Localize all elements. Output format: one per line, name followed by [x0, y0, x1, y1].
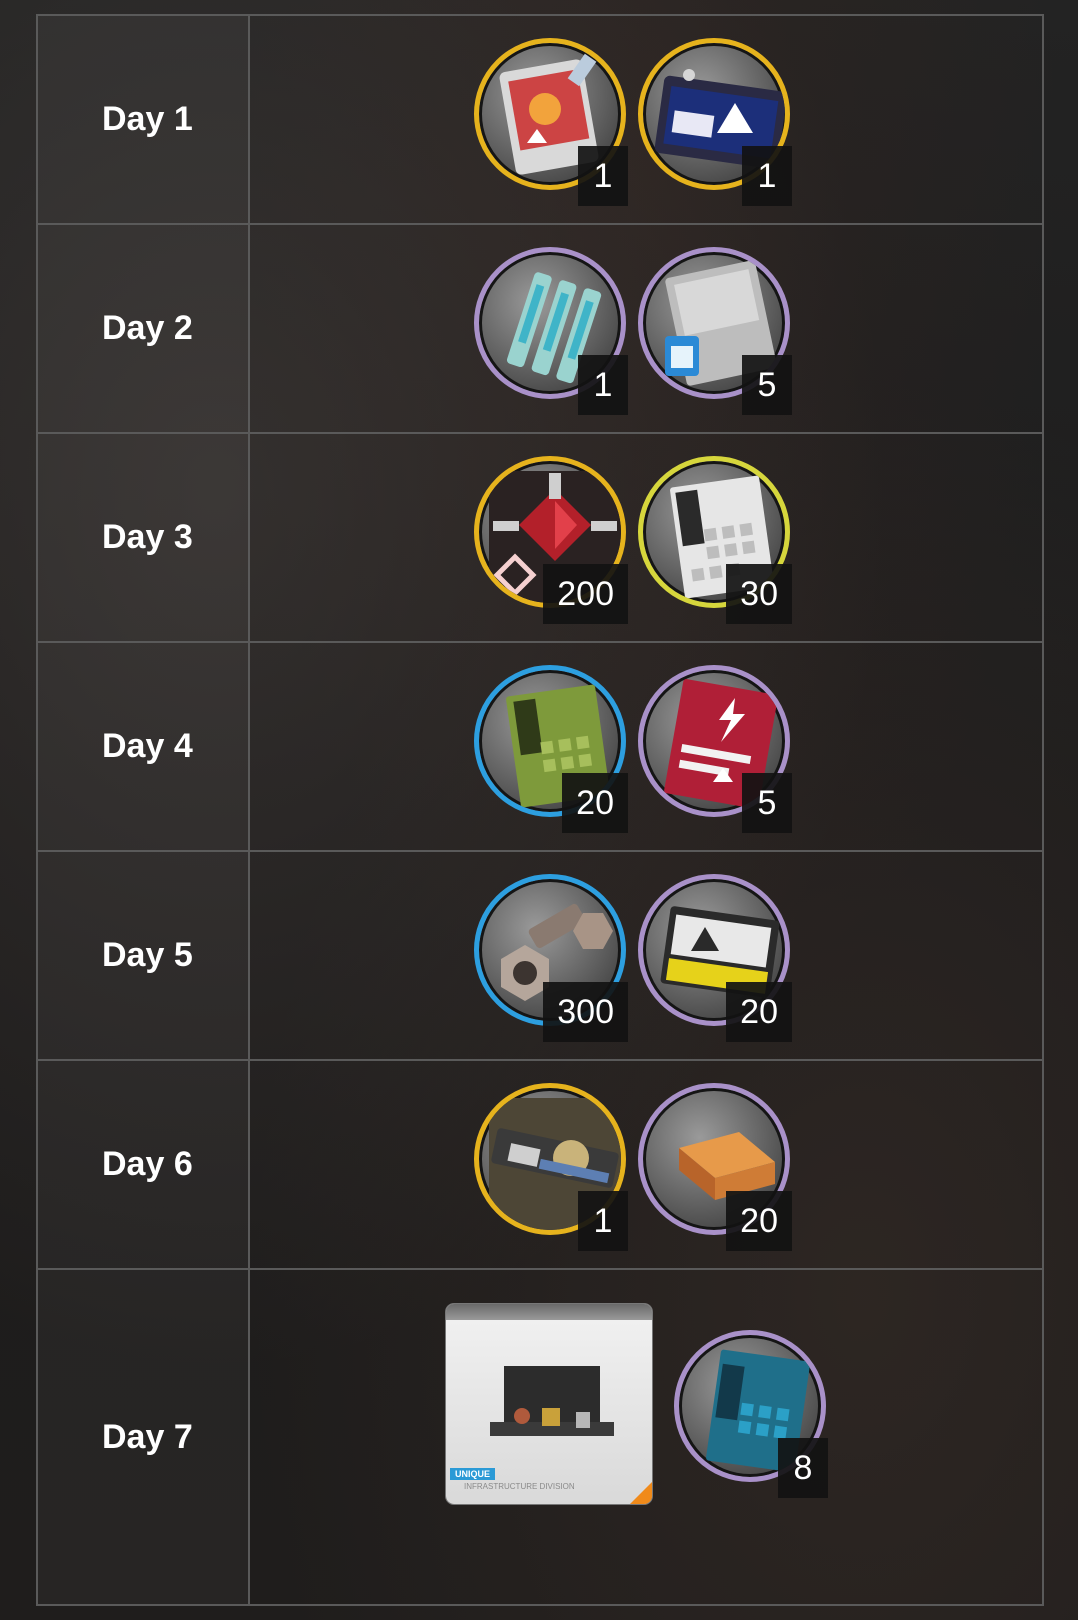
reward-items: 1 20: [250, 1061, 1042, 1268]
skill-summary-3-item[interactable]: 8: [674, 1330, 828, 1498]
item-count: 20: [562, 773, 628, 833]
item-count: 1: [578, 146, 628, 206]
item-count: 200: [543, 564, 628, 624]
reward-items: 1 1: [250, 16, 1042, 223]
gold-bar-item[interactable]: 20: [638, 1083, 792, 1251]
originium-shard-item[interactable]: 200: [474, 456, 628, 624]
card-subtitle: INFRASTRUCTURE DIVISION: [464, 1482, 575, 1491]
day-label: Day 7: [38, 1270, 250, 1604]
reward-row-day-5: Day 5 300 20: [38, 852, 1042, 1061]
item-count: 8: [778, 1438, 828, 1498]
item-count: 1: [578, 1191, 628, 1251]
reward-row-day-1: Day 1 1 1: [38, 16, 1042, 225]
item-count: 30: [726, 564, 792, 624]
item-count: 300: [543, 982, 628, 1042]
item-count: 1: [578, 355, 628, 415]
reward-items: 20 5: [250, 643, 1042, 850]
skill-summary-2-item[interactable]: 20: [474, 665, 628, 833]
expedited-plan-item[interactable]: 5: [638, 665, 792, 833]
day-label: Day 1: [38, 16, 250, 223]
day-label: Day 4: [38, 643, 250, 850]
recruitment-permit-item[interactable]: 1: [474, 1083, 628, 1251]
reward-items: 300 20: [250, 852, 1042, 1059]
reward-row-day-6: Day 6 1 20: [38, 1061, 1042, 1270]
furniture-set-card[interactable]: UNIQUE INFRASTRUCTURE DIVISION: [446, 1304, 652, 1504]
skill-summary-1-item[interactable]: 30: [638, 456, 792, 624]
advanced-catalyst-item[interactable]: 1: [474, 247, 628, 415]
item-count: 1: [742, 146, 792, 206]
day-label: Day 3: [38, 434, 250, 641]
reward-row-day-3: Day 3 200 30: [38, 434, 1042, 643]
rewards-page: Day 1 1 1 Day 2 1 5 Day 3 200 30 Day 4 2…: [0, 0, 1078, 1620]
operator-token-item[interactable]: 1: [474, 38, 628, 206]
unique-tag: UNIQUE: [450, 1468, 496, 1480]
day-label: Day 6: [38, 1061, 250, 1268]
reward-row-day-4: Day 4 20 5: [38, 643, 1042, 852]
item-count: 20: [726, 1191, 792, 1251]
reward-items: 1 5: [250, 225, 1042, 432]
headhunting-permit-item[interactable]: 1: [638, 38, 792, 206]
item-count: 20: [726, 982, 792, 1042]
reward-items: 200 30: [250, 434, 1042, 641]
reward-row-day-7: Day 7 UNIQUE INFRASTRUCTURE DIVISION 8: [38, 1270, 1042, 1604]
day-label: Day 2: [38, 225, 250, 432]
item-count: 5: [742, 355, 792, 415]
day-label: Day 5: [38, 852, 250, 1059]
device-item[interactable]: 300: [474, 874, 628, 1042]
reward-items: UNIQUE INFRASTRUCTURE DIVISION 8: [250, 1270, 1042, 1604]
item-count: 5: [742, 773, 792, 833]
login-rewards-table: Day 1 1 1 Day 2 1 5 Day 3 200 30 Day 4 2…: [36, 14, 1044, 1606]
reward-row-day-2: Day 2 1 5: [38, 225, 1042, 434]
battle-record-item[interactable]: 20: [638, 874, 792, 1042]
furniture-parts-item[interactable]: 5: [638, 247, 792, 415]
